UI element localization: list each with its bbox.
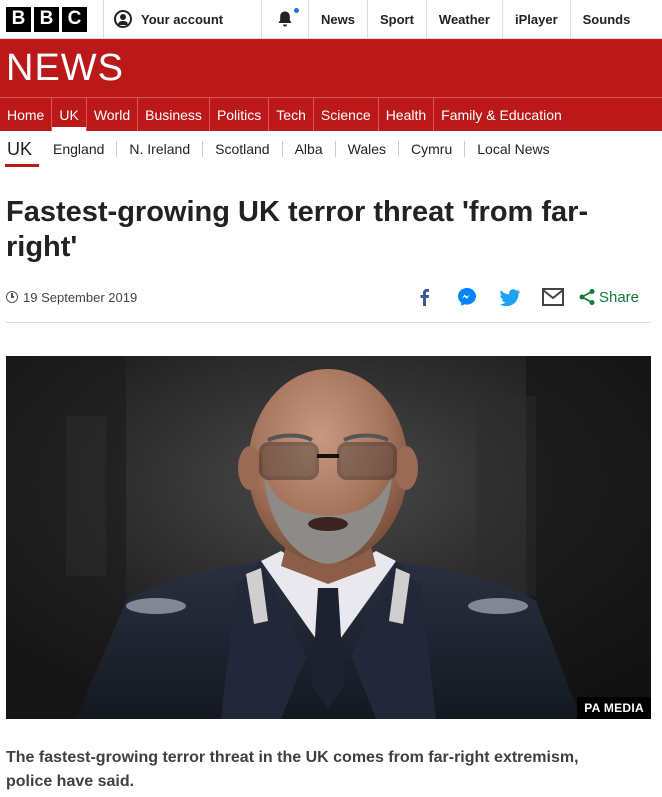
global-header: B B C Your account News Sport Weather iP… bbox=[0, 0, 662, 39]
news-logo[interactable]: NEWS bbox=[6, 48, 124, 88]
police-officer-photo bbox=[6, 356, 651, 719]
global-nav-sounds[interactable]: Sounds bbox=[571, 0, 643, 39]
section-nav-home[interactable]: Home bbox=[0, 98, 53, 131]
section-nav-world[interactable]: World bbox=[87, 98, 139, 131]
messenger-icon bbox=[457, 288, 476, 306]
clock-icon bbox=[6, 291, 18, 303]
sub-nav-scotland[interactable]: Scotland bbox=[202, 141, 281, 157]
section-nav-tech[interactable]: Tech bbox=[269, 98, 314, 131]
global-nav-news[interactable]: News bbox=[309, 0, 368, 39]
global-nav: News Sport Weather iPlayer Sounds bbox=[309, 0, 642, 39]
sub-nav-cymru[interactable]: Cymru bbox=[398, 141, 464, 157]
notification-dot bbox=[294, 7, 299, 13]
sub-nav-wales[interactable]: Wales bbox=[334, 141, 398, 157]
your-account-link[interactable]: Your account bbox=[103, 0, 261, 39]
sub-nav-england[interactable]: England bbox=[41, 141, 116, 157]
facebook-share-button[interactable] bbox=[413, 286, 435, 308]
article-date: 19 September 2019 bbox=[23, 289, 138, 305]
article-headline: Fastest-growing UK terror threat 'from f… bbox=[6, 196, 589, 263]
meta-divider bbox=[6, 322, 651, 323]
twitter-share-button[interactable] bbox=[499, 286, 521, 308]
bell-icon bbox=[278, 11, 292, 27]
news-banner: NEWS bbox=[0, 39, 662, 97]
bbc-logo-letter: C bbox=[62, 6, 87, 32]
share-tools: Share bbox=[392, 286, 639, 308]
global-nav-iplayer[interactable]: iPlayer bbox=[503, 0, 571, 39]
section-nav-health[interactable]: Health bbox=[379, 98, 435, 131]
messenger-share-button[interactable] bbox=[456, 286, 478, 308]
section-nav-family-education[interactable]: Family & Education bbox=[434, 98, 569, 131]
global-nav-weather[interactable]: Weather bbox=[427, 0, 503, 39]
sub-nav: UK England N. Ireland Scotland Alba Wale… bbox=[0, 131, 662, 167]
section-nav-politics[interactable]: Politics bbox=[210, 98, 270, 131]
bbc-logo-letter: B bbox=[6, 6, 31, 32]
section-nav-business[interactable]: Business bbox=[138, 98, 210, 131]
article-meta: 19 September 2019 Share bbox=[6, 286, 651, 308]
image-credit: PA MEDIA bbox=[577, 697, 651, 719]
sub-nav-local-news[interactable]: Local News bbox=[464, 141, 561, 157]
section-nav-science[interactable]: Science bbox=[314, 98, 379, 131]
bbc-logo[interactable]: B B C bbox=[6, 6, 87, 32]
article-hero-image: PA MEDIA bbox=[6, 356, 651, 719]
share-label: Share bbox=[598, 288, 639, 306]
share-button[interactable]: Share bbox=[578, 288, 639, 306]
sub-nav-alba[interactable]: Alba bbox=[281, 141, 335, 157]
facebook-icon bbox=[420, 289, 429, 306]
sub-nav-n-ireland[interactable]: N. Ireland bbox=[116, 141, 202, 157]
share-icon bbox=[579, 289, 595, 305]
bbc-logo-letter: B bbox=[34, 6, 59, 32]
email-icon bbox=[541, 288, 564, 306]
sub-nav-current-uk[interactable]: UK bbox=[0, 131, 40, 167]
global-nav-sport[interactable]: Sport bbox=[368, 0, 427, 39]
twitter-icon bbox=[499, 288, 520, 306]
article-intro: The fastest-growing terror threat in the… bbox=[6, 749, 579, 790]
email-share-button[interactable] bbox=[541, 286, 564, 308]
section-nav: Home UK World Business Politics Tech Sci… bbox=[0, 97, 662, 131]
section-nav-uk[interactable]: UK bbox=[52, 98, 87, 131]
your-account-label: Your account bbox=[141, 11, 224, 27]
notifications-button[interactable] bbox=[261, 0, 309, 39]
account-icon bbox=[114, 10, 132, 28]
